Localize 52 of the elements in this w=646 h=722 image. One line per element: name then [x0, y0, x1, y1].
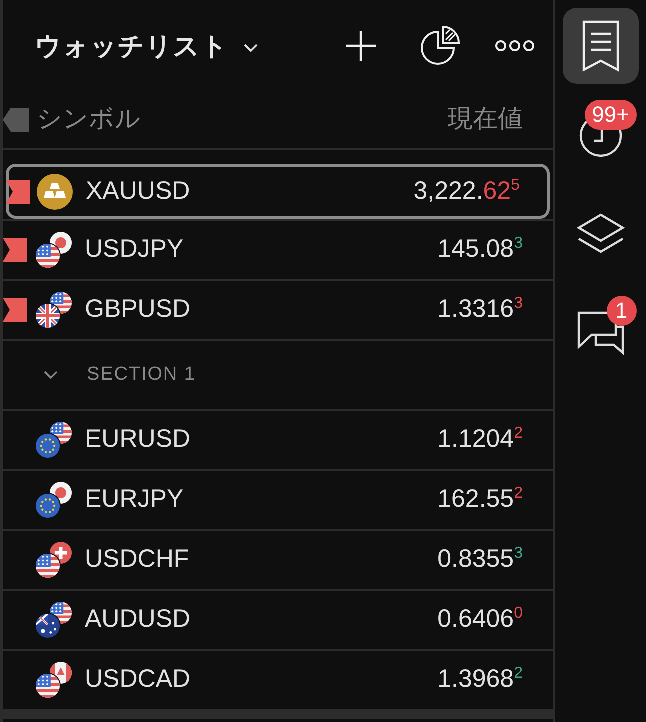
watchlist-title[interactable]: ウォッチリスト — [35, 26, 229, 66]
price: 1.3968$^{2}$ — [438, 664, 523, 696]
symbol-name: AUDUSD — [85, 604, 191, 636]
currency-flags-icon — [35, 601, 73, 639]
bullion-icon — [36, 172, 74, 210]
symbol-name: USDCAD — [85, 664, 191, 696]
symbol-name: USDJPY — [85, 234, 184, 266]
notification-badge: 99+ — [585, 100, 636, 130]
currency-flags-icon — [35, 541, 73, 579]
symbol-name: USDCHF — [85, 544, 190, 576]
symbol-row[interactable]: USDCAD 1.3968$^{2}$ — [3, 651, 553, 709]
plus-icon[interactable] — [345, 30, 377, 62]
currency-flags-icon — [35, 421, 73, 459]
flag-icon[interactable] — [3, 108, 29, 132]
symbol-row[interactable]: EURUSD 1.1204$^{2}$ — [3, 411, 553, 469]
pie-chart-icon[interactable] — [419, 24, 463, 68]
more-icon[interactable] — [495, 40, 535, 52]
price: 162.55$^{2}$ — [438, 484, 523, 516]
currency-flags-icon — [35, 231, 73, 269]
price: 145.08$^{3}$ — [438, 234, 523, 266]
symbol-name: EURUSD — [85, 424, 191, 456]
symbol-row[interactable]: AUDUSD 0.6406$^{0}$ — [3, 591, 553, 649]
symbol-row[interactable]: GBPUSD 1.3316$^{3}$ — [3, 281, 553, 339]
sidebar-button[interactable]: 1 — [562, 294, 638, 370]
symbol-row[interactable]: XAUUSD 3,222.62$^{5}$ — [6, 164, 550, 219]
column-header: 現在値 — [448, 104, 523, 136]
currency-flags-icon — [35, 291, 73, 329]
section-title[interactable]: SECTION 1 — [87, 360, 196, 390]
symbol-row[interactable]: EURJPY 162.55$^{2}$ — [3, 471, 553, 529]
bookmark-list-icon — [580, 20, 620, 72]
column-header: シンボル — [37, 104, 141, 136]
notification-badge: 1 — [606, 296, 636, 326]
price: 0.6406$^{0}$ — [438, 604, 523, 636]
currency-flags-icon — [35, 481, 73, 519]
symbol-row[interactable]: USDCHF 0.8355$^{3}$ — [3, 531, 553, 589]
price: 0.8355$^{3}$ — [438, 544, 523, 576]
price: 3,222.62$^{5}$ — [414, 176, 520, 207]
symbol-row[interactable]: USDJPY 145.08$^{3}$ — [3, 221, 553, 279]
sidebar-button[interactable] — [562, 8, 638, 84]
flag-icon[interactable] — [6, 180, 30, 204]
symbol-name: EURJPY — [85, 484, 184, 516]
sidebar-button[interactable]: 99+ — [562, 98, 638, 174]
symbol-name: XAUUSD — [86, 176, 190, 207]
currency-flags-icon — [35, 661, 73, 699]
price: 1.1204$^{2}$ — [438, 424, 523, 456]
chevron-icon[interactable] — [43, 370, 59, 380]
price: 1.3316$^{3}$ — [438, 294, 523, 326]
layers-icon — [576, 213, 626, 255]
flag-icon[interactable] — [3, 238, 27, 262]
chevron-down-icon[interactable] — [242, 43, 259, 53]
flag-icon[interactable] — [3, 298, 27, 322]
symbol-name: GBPUSD — [85, 294, 191, 326]
